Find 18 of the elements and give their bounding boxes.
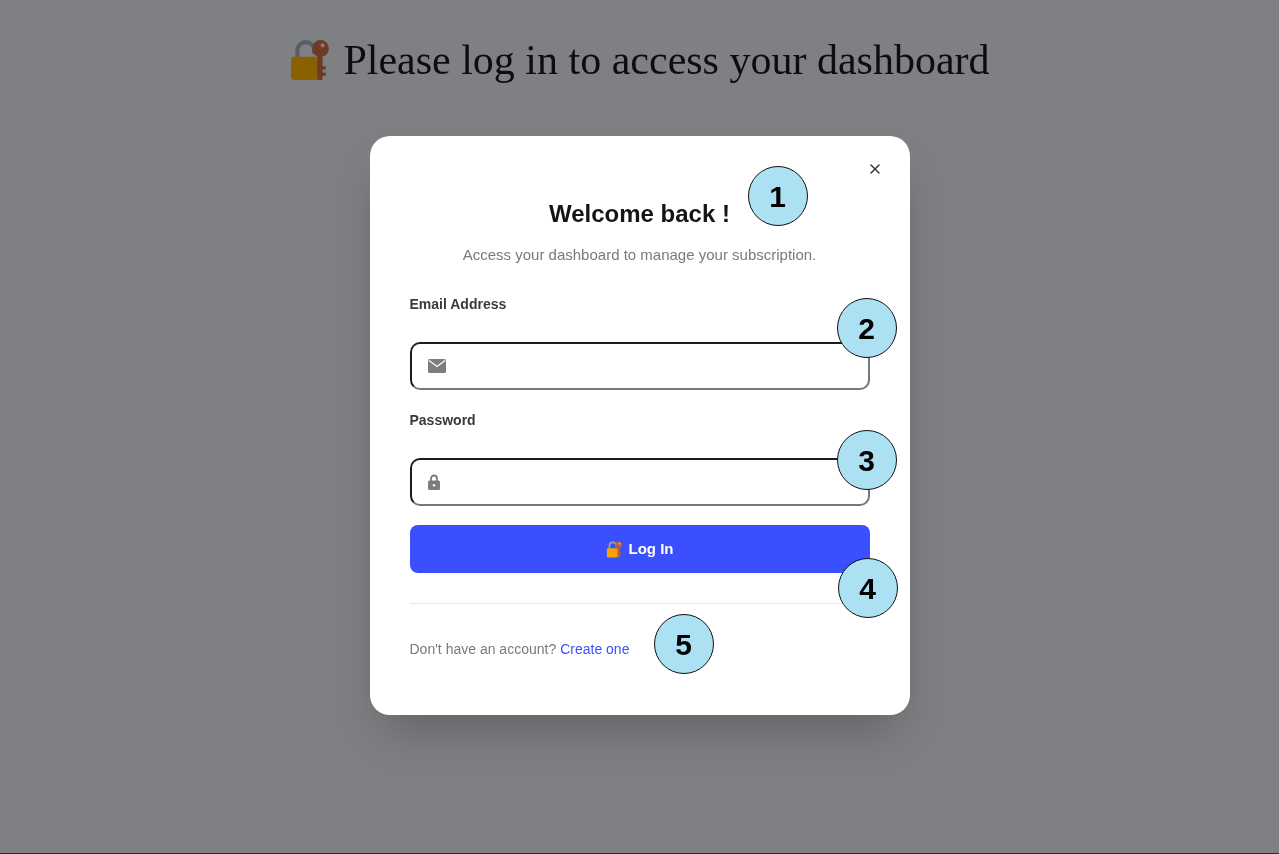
lock-with-key-icon [289, 39, 332, 81]
login-button[interactable]: Log In [409, 525, 870, 573]
field-label: Email Address [409, 295, 507, 314]
field-label: Password [409, 411, 476, 430]
lock-icon [427, 474, 440, 490]
callout-number-badge: 5 [653, 614, 714, 674]
input-field[interactable] [409, 342, 870, 390]
callout-number-badge: 2 [836, 298, 897, 358]
create-account-link[interactable]: Create one [560, 639, 630, 659]
callout-number-badge: 1 [747, 166, 808, 226]
signup-prompt: Don't have an account? [409, 640, 557, 659]
callout-number-badge: 3 [836, 430, 897, 490]
callout-number-badge: 4 [837, 558, 898, 618]
dialog-title: Welcome back ! [549, 199, 730, 229]
dialog-subtitle: Access your dashboard to manage your subscription. [462, 245, 817, 265]
lock-with-key-icon [605, 540, 623, 558]
page-heading: Please log in to access your dashboard [343, 36, 990, 84]
mail-icon [427, 359, 446, 373]
